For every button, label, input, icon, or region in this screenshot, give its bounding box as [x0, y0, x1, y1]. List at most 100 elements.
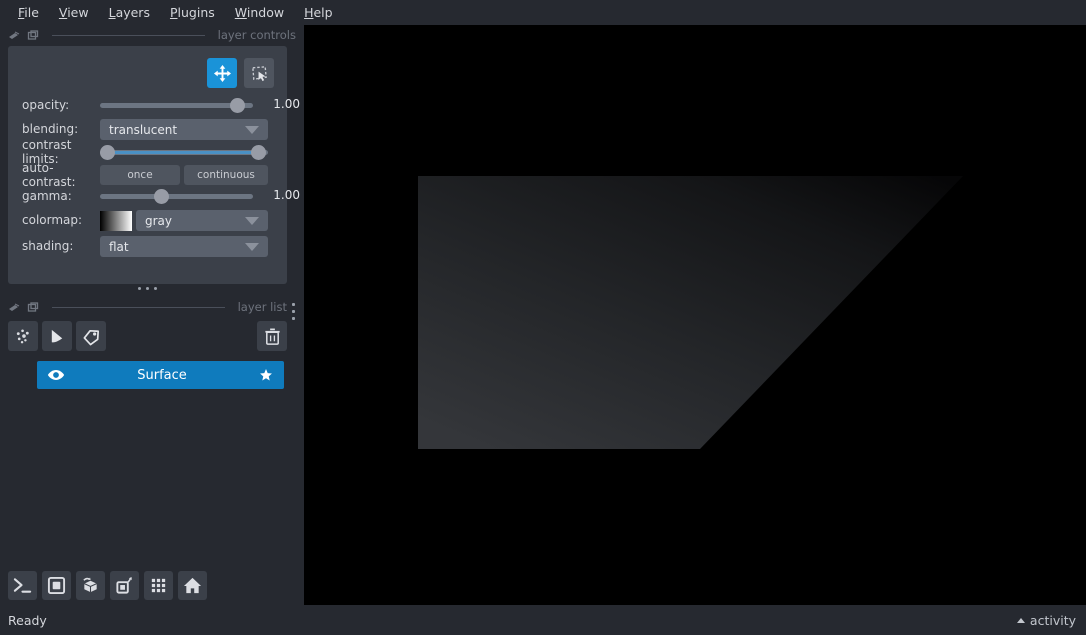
layer-list-item-surface[interactable]: Surface	[37, 361, 284, 389]
colormap-label: colormap:	[22, 213, 83, 227]
auto-contrast-row: auto-contrast: once continuous	[8, 161, 287, 189]
grip-dot	[292, 310, 295, 313]
layer-controls-panel: opacity: 1.00 blending: translucent cont…	[8, 46, 300, 284]
menu-file[interactable]: File	[8, 2, 49, 23]
points-icon	[16, 328, 29, 343]
menu-layers[interactable]: Layers	[99, 2, 160, 23]
transform-button[interactable]	[244, 58, 274, 88]
transpose-dims-button[interactable]	[110, 571, 139, 600]
blending-field: translucent	[100, 119, 268, 140]
close-dock-icon[interactable]	[27, 29, 39, 41]
shading-value: flat	[109, 239, 129, 254]
menu-help[interactable]: Help	[294, 2, 343, 23]
cube-roll-icon	[83, 577, 97, 593]
trash-icon	[264, 328, 280, 345]
transform-icon	[251, 65, 267, 81]
console-icon	[13, 578, 32, 593]
left-dock: layer controls opacity: 1.00 blending: t…	[0, 25, 304, 605]
sidebar-resize-grip[interactable]	[292, 303, 295, 320]
gamma-slider[interactable]: 1.00	[100, 186, 300, 206]
opacity-row: opacity: 1.00	[8, 94, 300, 116]
menu-bar: File View Layers Plugins Window Help	[0, 0, 1086, 25]
opacity-label: opacity:	[22, 98, 70, 112]
layer-list-toolbar	[8, 321, 287, 353]
console-button[interactable]	[8, 571, 37, 600]
auto-contrast-buttons: once continuous	[100, 165, 268, 185]
status-bar: Ready activity	[0, 605, 1086, 635]
dock-divider	[52, 34, 205, 36]
opacity-slider[interactable]: 1.00	[100, 95, 300, 115]
viewer-canvas[interactable]	[304, 25, 1086, 605]
activity-button[interactable]: activity	[1016, 613, 1076, 628]
surface-mesh	[418, 176, 963, 449]
new-shapes-layer-button[interactable]	[42, 321, 72, 351]
colormap-field: gray	[100, 210, 268, 231]
grip-dot	[292, 317, 295, 320]
visibility-eye-icon[interactable]	[47, 368, 65, 382]
layer-name-label: Surface	[137, 367, 187, 383]
gamma-value: 1.00	[273, 188, 300, 202]
blending-label: blending:	[22, 122, 79, 136]
transpose-icon	[116, 577, 132, 594]
blending-row: blending: translucent	[8, 118, 287, 140]
square-2d-icon	[47, 576, 66, 595]
grid-view-button[interactable]	[144, 571, 173, 600]
shading-field: flat	[100, 236, 268, 257]
colormap-value: gray	[145, 213, 173, 228]
auto-contrast-continuous-button[interactable]: continuous	[184, 165, 268, 185]
contrast-low-handle[interactable]	[100, 145, 115, 160]
shading-dropdown[interactable]: flat	[100, 236, 268, 257]
panel-splitter-handle[interactable]	[0, 287, 295, 290]
float-dock-icon[interactable]	[8, 302, 20, 313]
layer-controls-dock-header: layer controls	[0, 25, 304, 45]
colormap-swatch[interactable]	[100, 211, 132, 231]
close-dock-icon[interactable]	[27, 301, 39, 313]
pan-zoom-icon	[213, 64, 231, 82]
blending-dropdown[interactable]: translucent	[100, 119, 268, 140]
mode-button-group	[207, 58, 274, 88]
chevron-down-icon	[245, 242, 259, 251]
shading-label: shading:	[22, 239, 74, 253]
layer-controls-title: layer controls	[217, 28, 296, 42]
pan-zoom-button[interactable]	[207, 58, 237, 88]
splitter-dot	[154, 287, 157, 290]
grid-icon	[151, 578, 166, 593]
viewer-toolbar	[8, 571, 207, 600]
delete-layer-button[interactable]	[257, 321, 287, 351]
menu-view[interactable]: View	[49, 2, 99, 23]
contrast-high-handle[interactable]	[251, 145, 266, 160]
new-labels-layer-button[interactable]	[76, 321, 106, 351]
ndisplay-toggle-button[interactable]	[42, 571, 71, 600]
home-icon	[183, 577, 202, 594]
gamma-row: gamma: 1.00	[8, 185, 300, 207]
contrast-limits-row: contrast limits:	[8, 138, 287, 166]
status-message: Ready	[8, 612, 47, 628]
colormap-dropdown[interactable]: gray	[136, 210, 268, 231]
splitter-dot	[138, 287, 141, 290]
contrast-limits-slider[interactable]	[100, 142, 268, 162]
menu-window[interactable]: Window	[225, 2, 294, 23]
roll-dims-button[interactable]	[76, 571, 105, 600]
napari-window: File View Layers Plugins Window Help lay…	[0, 0, 1086, 635]
chevron-down-icon	[245, 125, 259, 134]
dock-divider	[52, 306, 225, 308]
shapes-triangle-icon	[51, 329, 62, 342]
menu-plugins[interactable]: Plugins	[160, 2, 225, 23]
colormap-row: colormap: gray	[8, 209, 287, 231]
gamma-handle[interactable]	[154, 189, 169, 204]
layer-list-title: layer list	[237, 300, 287, 314]
opacity-handle[interactable]	[230, 98, 245, 113]
surface-render	[418, 176, 963, 449]
new-points-layer-button[interactable]	[8, 321, 38, 351]
float-dock-icon[interactable]	[8, 30, 20, 41]
gamma-track	[100, 194, 253, 199]
chevron-down-icon	[245, 216, 259, 225]
chevron-up-icon	[1016, 617, 1025, 623]
pin-star-icon[interactable]	[259, 368, 273, 382]
reset-view-home-button[interactable]	[178, 571, 207, 600]
opacity-value: 1.00	[273, 97, 300, 111]
labels-tag-icon	[83, 329, 99, 345]
auto-contrast-once-button[interactable]: once	[100, 165, 180, 185]
grip-dot	[292, 303, 295, 306]
shading-row: shading: flat	[8, 235, 287, 257]
